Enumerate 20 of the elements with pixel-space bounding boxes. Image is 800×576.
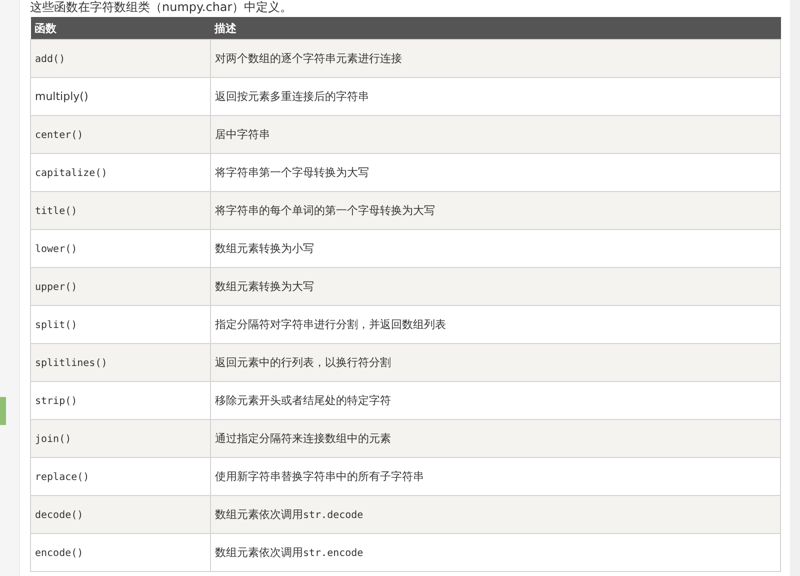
- description-cell: 对两个数组的逐个字符串元素进行连接: [210, 40, 780, 78]
- description-cell: 数组元素依次调用str.decode: [210, 496, 780, 534]
- description-cell: 返回元素中的行列表，以换行符分割: [210, 344, 780, 382]
- function-cell: upper(): [30, 268, 210, 306]
- function-cell: encode(): [30, 534, 210, 572]
- function-cell: center(): [30, 116, 210, 154]
- column-header: 函数: [30, 17, 210, 40]
- function-cell: title(): [30, 192, 210, 230]
- function-cell: splitlines(): [30, 344, 210, 382]
- active-marker: [0, 397, 6, 425]
- description-cell: 数组元素转换为大写: [210, 268, 780, 306]
- description-cell: 数组元素依次调用str.encode: [210, 534, 780, 572]
- description-cell: 通过指定分隔符来连接数组中的元素: [210, 420, 780, 458]
- description-cell: 居中字符串: [210, 116, 780, 154]
- description-cell: 将字符串的每个单词的第一个字母转换为大写: [210, 192, 780, 230]
- column-header: 描述: [210, 17, 780, 40]
- function-cell: decode(): [30, 496, 210, 534]
- function-cell: add(): [30, 40, 210, 78]
- function-cell: join(): [30, 420, 210, 458]
- intro-text: 这些函数在字符数组类（numpy.char）中定义。: [30, 0, 294, 16]
